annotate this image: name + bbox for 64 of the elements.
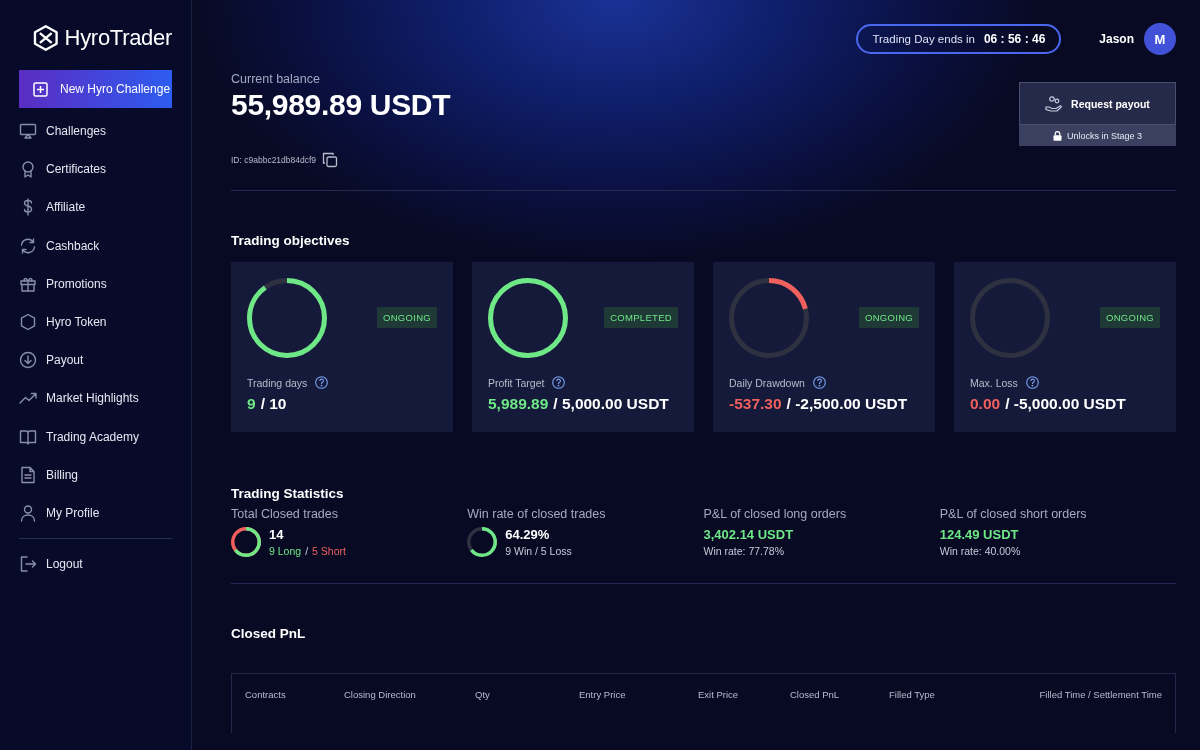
section-title: Trading objectives bbox=[231, 233, 351, 248]
target-value: / 10 bbox=[260, 395, 287, 413]
balance-value: 55,989.89 USDT bbox=[231, 88, 451, 122]
stat-label: Win rate of closed trades bbox=[467, 507, 607, 521]
balance-label: Current balance bbox=[231, 72, 321, 86]
nav-item[interactable]: Payout bbox=[19, 341, 172, 380]
status-badge: ONGOING bbox=[376, 306, 437, 328]
column-header: Entry Price bbox=[579, 689, 627, 700]
request-payout-button[interactable]: Request payout bbox=[1019, 82, 1176, 125]
separator: / bbox=[305, 545, 309, 557]
stat-detail: Win rate: 40.00% bbox=[939, 545, 1021, 557]
nav-item[interactable]: Market Highlights bbox=[19, 379, 172, 418]
nav-item[interactable]: Promotions bbox=[19, 264, 172, 303]
column-header: Filled Time / Settlement Time bbox=[1038, 689, 1162, 700]
column-header: Closing Direction bbox=[344, 689, 417, 700]
current-value: 0.00 bbox=[970, 395, 1001, 413]
long-count: 9 Long bbox=[269, 545, 302, 557]
column-header: Closed PnL bbox=[790, 689, 841, 700]
nav-item[interactable]: My Profile bbox=[19, 493, 172, 533]
logout-link[interactable]: Logout bbox=[19, 545, 172, 584]
stat-label: Total Closed trades bbox=[231, 507, 339, 521]
timer-value: 06 : 56 : 46 bbox=[983, 32, 1046, 46]
account-id: ID: c9abbc21db84dcf9 bbox=[231, 155, 317, 165]
status-badge: ONGOING bbox=[858, 306, 919, 328]
stat-value: 3,402.14 USDT bbox=[703, 527, 794, 542]
lock-text: Unlocks in Stage 3 bbox=[1066, 130, 1142, 141]
stat-label: P&L of closed long orders bbox=[703, 507, 848, 521]
new-challenge-button[interactable]: New Hyro Challenge bbox=[19, 70, 172, 108]
nav-item[interactable]: Challenges bbox=[19, 112, 172, 151]
section-title: Trading Statistics bbox=[231, 486, 345, 501]
status-badge: COMPLETED bbox=[604, 306, 678, 328]
objective-label: Profit Target bbox=[488, 376, 545, 389]
current-value: 9 bbox=[247, 395, 256, 413]
nav-item[interactable]: Billing bbox=[19, 455, 172, 494]
current-value: -537.30 bbox=[729, 395, 782, 413]
target-value: / 5,000.00 USDT bbox=[553, 395, 669, 413]
avatar[interactable]: M bbox=[1144, 23, 1176, 55]
target-value: / -2,500.00 USDT bbox=[786, 395, 908, 413]
stat-value: 64.29% bbox=[505, 527, 551, 542]
timer-label: Trading Day ends in bbox=[872, 33, 975, 45]
objective-label: Max. Loss bbox=[970, 376, 1018, 389]
short-count: 5 Short bbox=[312, 545, 346, 557]
stat-label: P&L of closed short orders bbox=[939, 507, 1088, 521]
objective-label: Trading days bbox=[247, 376, 308, 389]
stat-detail: Win rate: 77.78% bbox=[703, 545, 786, 557]
nav-item[interactable]: Cashback bbox=[19, 226, 172, 265]
column-header: Qty bbox=[475, 689, 491, 700]
section-title: Closed PnL bbox=[231, 626, 307, 641]
column-header: Exit Price bbox=[698, 689, 740, 700]
nav-item[interactable]: Trading Academy bbox=[19, 417, 172, 456]
stat-detail: 9 Win / 5 Loss bbox=[505, 545, 572, 557]
logo-text: HyroTrader bbox=[64, 25, 172, 51]
column-header: Contracts bbox=[245, 689, 287, 700]
status-badge: ONGOING bbox=[1099, 306, 1160, 328]
user-name: Jason bbox=[1099, 32, 1134, 46]
nav-item[interactable]: Hyro Token bbox=[19, 302, 172, 342]
column-header: Filled Type bbox=[889, 689, 936, 700]
target-value: / -5,000.00 USDT bbox=[1005, 395, 1126, 413]
stat-value: 124.49 USDT bbox=[939, 527, 1020, 542]
nav-item[interactable]: Affiliate bbox=[19, 188, 172, 227]
current-value: 5,989.89 bbox=[488, 395, 549, 413]
nav-item[interactable]: Certificates bbox=[19, 150, 172, 189]
stat-value: 14 bbox=[269, 527, 285, 542]
objective-label: Daily Drawdown bbox=[729, 376, 805, 389]
